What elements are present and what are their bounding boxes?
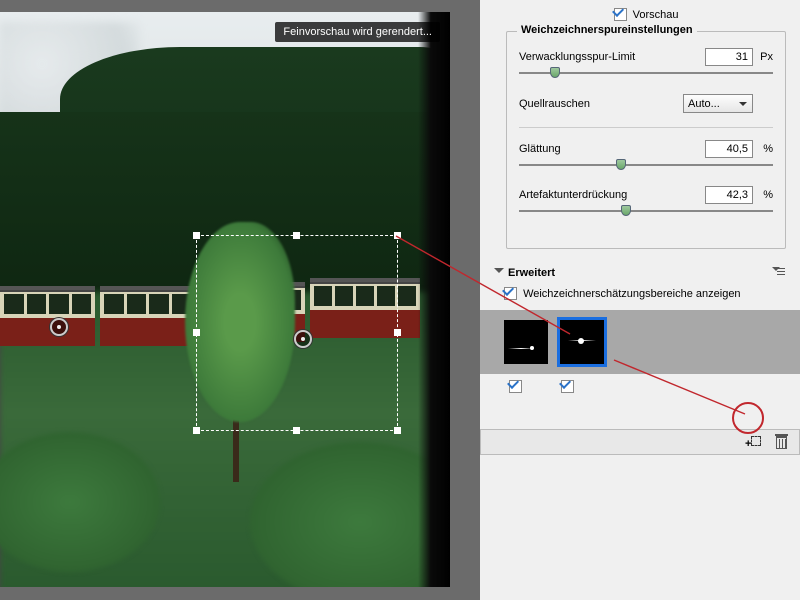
- add-region-button[interactable]: +: [743, 432, 763, 452]
- handle-top-left[interactable]: [193, 232, 200, 239]
- region-enable-checkbox[interactable]: [561, 380, 574, 393]
- artifact-suppression-input[interactable]: [705, 186, 753, 204]
- unit-pct: %: [753, 189, 773, 201]
- canvas-area: Feinvorschau wird gerendert...: [0, 0, 480, 600]
- handle-bot-right[interactable]: [394, 427, 401, 434]
- preview-checkbox[interactable]: [614, 8, 627, 21]
- handle-top-mid[interactable]: [293, 232, 300, 239]
- region-thumbnail[interactable]: [560, 320, 604, 364]
- region-toolbar: +: [480, 429, 800, 455]
- source-noise-select[interactable]: Auto...: [683, 94, 753, 113]
- settings-panel: Vorschau Weichzeichnerspureinstellungen …: [480, 0, 800, 600]
- trash-icon: [776, 436, 787, 449]
- show-blur-regions-checkbox[interactable]: [504, 287, 517, 300]
- handle-bot-mid[interactable]: [293, 427, 300, 434]
- source-noise-label: Quellrauschen: [519, 98, 683, 110]
- show-blur-regions-label: Weichzeichnerschätzungsbereiche anzeigen: [523, 288, 741, 300]
- unit-px: Px: [753, 51, 773, 63]
- advanced-header: Erweitert: [508, 267, 555, 279]
- preview-label: Vorschau: [633, 9, 679, 21]
- smoothing-label: Glättung: [519, 143, 705, 155]
- region-pin[interactable]: [50, 318, 68, 336]
- flyout-menu-icon[interactable]: [772, 267, 786, 279]
- handle-mid-left[interactable]: [193, 329, 200, 336]
- delete-region-button[interactable]: [771, 432, 791, 452]
- region-pin[interactable]: [294, 330, 312, 348]
- blur-trace-bounds-input[interactable]: [705, 48, 753, 66]
- blur-trace-settings-group: Weichzeichnerspureinstellungen Verwacklu…: [506, 31, 786, 249]
- group-legend: Weichzeichnerspureinstellungen: [517, 24, 697, 36]
- rendering-notice: Feinvorschau wird gerendert...: [275, 22, 440, 42]
- region-thumbnail[interactable]: [504, 320, 548, 364]
- unit-pct: %: [753, 143, 773, 155]
- disclosure-triangle-icon[interactable]: [494, 268, 504, 278]
- artifact-suppression-slider[interactable]: [519, 208, 773, 224]
- region-enable-checkbox[interactable]: [509, 380, 522, 393]
- handle-top-right[interactable]: [394, 232, 401, 239]
- smoothing-input[interactable]: [705, 140, 753, 158]
- handle-bot-left[interactable]: [193, 427, 200, 434]
- blur-trace-bounds-slider[interactable]: [519, 70, 773, 86]
- region-thumbnail-strip: [480, 310, 800, 374]
- handle-mid-right[interactable]: [394, 329, 401, 336]
- image-preview[interactable]: [0, 12, 450, 587]
- smoothing-slider[interactable]: [519, 162, 773, 178]
- blur-trace-bounds-label: Verwacklungsspur-Limit: [519, 51, 705, 63]
- artifact-suppression-label: Artefaktunterdrückung: [519, 189, 705, 201]
